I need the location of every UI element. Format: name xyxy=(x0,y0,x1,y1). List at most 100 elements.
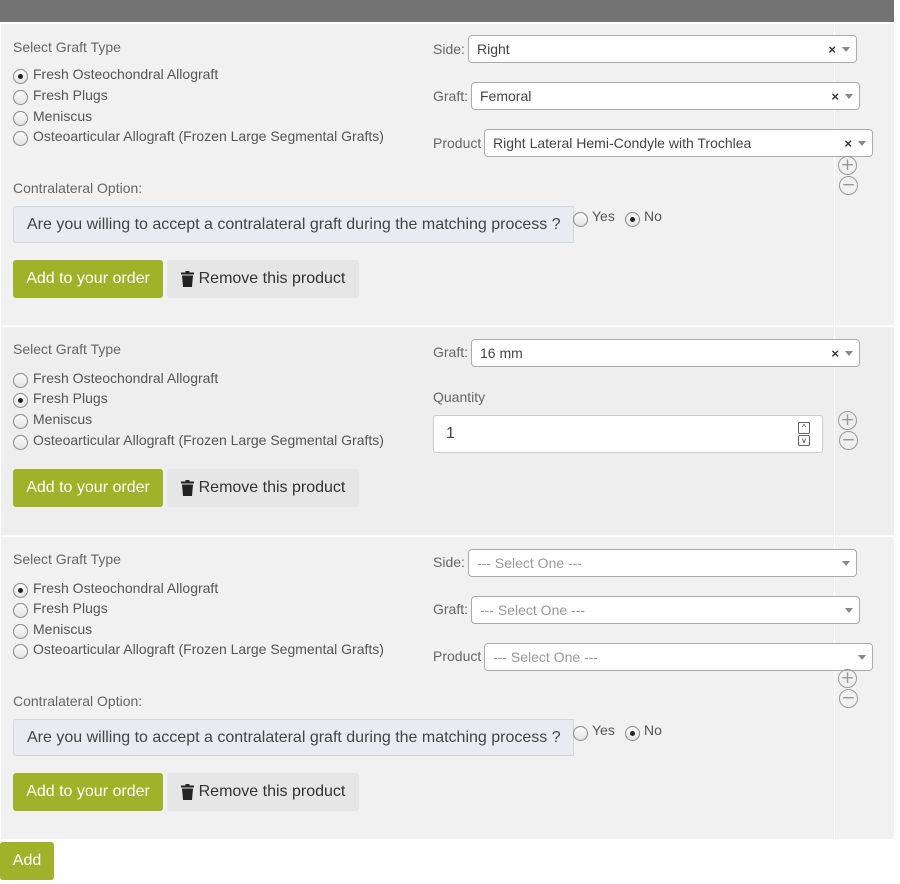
product-select[interactable]: --- Select One --- xyxy=(484,643,873,671)
quantity-input[interactable]: 1 ^ v xyxy=(433,415,823,453)
radio-checked-icon[interactable] xyxy=(13,68,28,84)
option-label: Fresh Osteochondral Allograft xyxy=(33,370,219,386)
minus-circle-icon[interactable]: − xyxy=(839,431,858,450)
side-value: Right xyxy=(477,41,510,57)
plus-circle-icon[interactable]: + xyxy=(838,411,857,430)
chevron-down-icon[interactable] xyxy=(845,607,853,613)
stepper-up-icon[interactable]: ^ xyxy=(798,422,810,434)
option-label: Osteoarticular Allograft (Frozen Large S… xyxy=(33,128,384,144)
chevron-down-icon[interactable] xyxy=(842,560,850,566)
option-label: Meniscus xyxy=(33,411,93,427)
graft-type-option-osteoarticular[interactable]: Osteoarticular Allograft (Frozen Large S… xyxy=(13,639,384,659)
radio-icon[interactable] xyxy=(13,130,28,146)
remove-label: Remove this product xyxy=(198,479,346,496)
trash-icon xyxy=(180,271,194,287)
graft-type-option-osteoarticular[interactable]: Osteoarticular Allograft (Frozen Large S… xyxy=(13,430,384,450)
graft-type-option-fresh-osteochondral[interactable]: Fresh Osteochondral Allograft xyxy=(13,64,218,84)
contralateral-no-option[interactable]: No xyxy=(625,208,662,227)
clear-icon[interactable]: × xyxy=(831,346,839,361)
quantity-label: Quantity xyxy=(433,389,486,405)
graft-type-option-meniscus[interactable]: Meniscus xyxy=(13,106,92,126)
add-product-button[interactable]: Add xyxy=(0,842,54,880)
contralateral-yes-option[interactable]: Yes xyxy=(573,208,615,227)
contralateral-question: Are you willing to accept a contralatera… xyxy=(13,206,574,243)
graft-type-option-meniscus[interactable]: Meniscus xyxy=(13,619,92,639)
radio-checked-icon[interactable] xyxy=(625,726,640,741)
clear-icon[interactable]: × xyxy=(844,136,852,151)
graft-type-option-fresh-osteochondral[interactable]: Fresh Osteochondral Allograft xyxy=(13,368,218,388)
option-label: Fresh Osteochondral Allograft xyxy=(33,580,219,596)
option-label: Fresh Plugs xyxy=(33,600,108,616)
clear-icon[interactable]: × xyxy=(828,42,836,57)
yes-label: Yes xyxy=(592,208,615,224)
option-label: Osteoarticular Allograft (Frozen Large S… xyxy=(33,432,384,448)
no-label: No xyxy=(644,208,662,224)
graft-type-option-fresh-plugs[interactable]: Fresh Plugs xyxy=(13,598,108,618)
option-label: Meniscus xyxy=(33,621,93,637)
chevron-down-icon[interactable] xyxy=(845,93,853,99)
radio-icon[interactable] xyxy=(13,89,28,105)
graft-type-option-fresh-osteochondral[interactable]: Fresh Osteochondral Allograft xyxy=(13,578,218,598)
side-value: --- Select One --- xyxy=(477,555,583,571)
radio-icon[interactable] xyxy=(13,643,28,659)
quantity-value: 1 xyxy=(446,425,455,442)
column-divider xyxy=(834,24,835,325)
graft-select[interactable]: Femoral × xyxy=(471,82,860,110)
radio-icon[interactable] xyxy=(13,623,28,639)
plus-circle-icon[interactable]: + xyxy=(838,669,857,688)
quantity-stepper[interactable]: ^ v xyxy=(798,422,810,446)
remove-product-button[interactable]: Remove this product xyxy=(167,469,359,507)
graft-select[interactable]: --- Select One --- xyxy=(471,596,860,624)
select-graft-type-label: Select Graft Type xyxy=(13,39,121,55)
graft-type-option-fresh-plugs[interactable]: Fresh Plugs xyxy=(13,388,108,408)
graft-value: Femoral xyxy=(480,88,532,104)
radio-icon[interactable] xyxy=(13,434,28,450)
graft-type-option-osteoarticular[interactable]: Osteoarticular Allograft (Frozen Large S… xyxy=(13,126,384,146)
radio-icon[interactable] xyxy=(573,212,588,227)
minus-circle-icon[interactable]: − xyxy=(839,176,858,195)
radio-icon[interactable] xyxy=(13,413,28,429)
product-value: --- Select One --- xyxy=(493,649,599,665)
chevron-down-icon[interactable] xyxy=(845,350,853,356)
contralateral-option-label: Contralateral Option: xyxy=(13,180,143,196)
chevron-down-icon[interactable] xyxy=(858,654,866,660)
remove-product-button[interactable]: Remove this product xyxy=(167,260,359,298)
product-block-3: Select Graft Type Fresh Osteochondral Al… xyxy=(1,537,894,839)
add-to-order-button[interactable]: Add to your order xyxy=(13,469,163,507)
product-select[interactable]: Right Lateral Hemi-Condyle with Trochlea… xyxy=(484,129,873,157)
side-label: Side: xyxy=(433,41,465,57)
contralateral-no-option[interactable]: No xyxy=(625,722,662,741)
radio-icon[interactable] xyxy=(573,726,588,741)
radio-checked-icon[interactable] xyxy=(625,212,640,227)
plus-circle-icon[interactable]: + xyxy=(838,156,857,175)
graft-type-option-meniscus[interactable]: Meniscus xyxy=(13,409,92,429)
stepper-down-icon[interactable]: v xyxy=(798,434,810,446)
side-select[interactable]: Right × xyxy=(468,35,857,63)
chevron-down-icon[interactable] xyxy=(842,46,850,52)
radio-icon[interactable] xyxy=(13,602,28,618)
select-graft-type-label: Select Graft Type xyxy=(13,341,121,357)
radio-icon[interactable] xyxy=(13,110,28,126)
add-to-order-button[interactable]: Add to your order xyxy=(13,773,163,811)
minus-circle-icon[interactable]: − xyxy=(839,689,858,708)
graft-select[interactable]: 16 mm × xyxy=(471,339,860,367)
radio-checked-icon[interactable] xyxy=(13,582,28,598)
contralateral-question: Are you willing to accept a contralatera… xyxy=(13,719,574,756)
radio-icon[interactable] xyxy=(13,372,28,388)
radio-checked-icon[interactable] xyxy=(13,392,28,408)
option-label: Fresh Plugs xyxy=(33,390,108,406)
clear-icon[interactable]: × xyxy=(831,89,839,104)
contralateral-yes-option[interactable]: Yes xyxy=(573,722,615,741)
add-to-order-button[interactable]: Add to your order xyxy=(13,260,163,298)
graft-label: Graft: xyxy=(433,344,469,360)
product-block-1: Select Graft Type Fresh Osteochondral Al… xyxy=(1,24,894,326)
chevron-down-icon[interactable] xyxy=(858,140,866,146)
option-label: Meniscus xyxy=(33,108,93,124)
graft-label: Graft: xyxy=(433,88,469,104)
top-bar xyxy=(0,0,894,22)
remove-product-button[interactable]: Remove this product xyxy=(167,773,359,811)
product-label: Product xyxy=(433,648,482,664)
graft-type-option-fresh-plugs[interactable]: Fresh Plugs xyxy=(13,85,108,105)
product-block-2: Select Graft Type Fresh Osteochondral Al… xyxy=(1,327,894,536)
side-select[interactable]: --- Select One --- xyxy=(468,549,857,577)
